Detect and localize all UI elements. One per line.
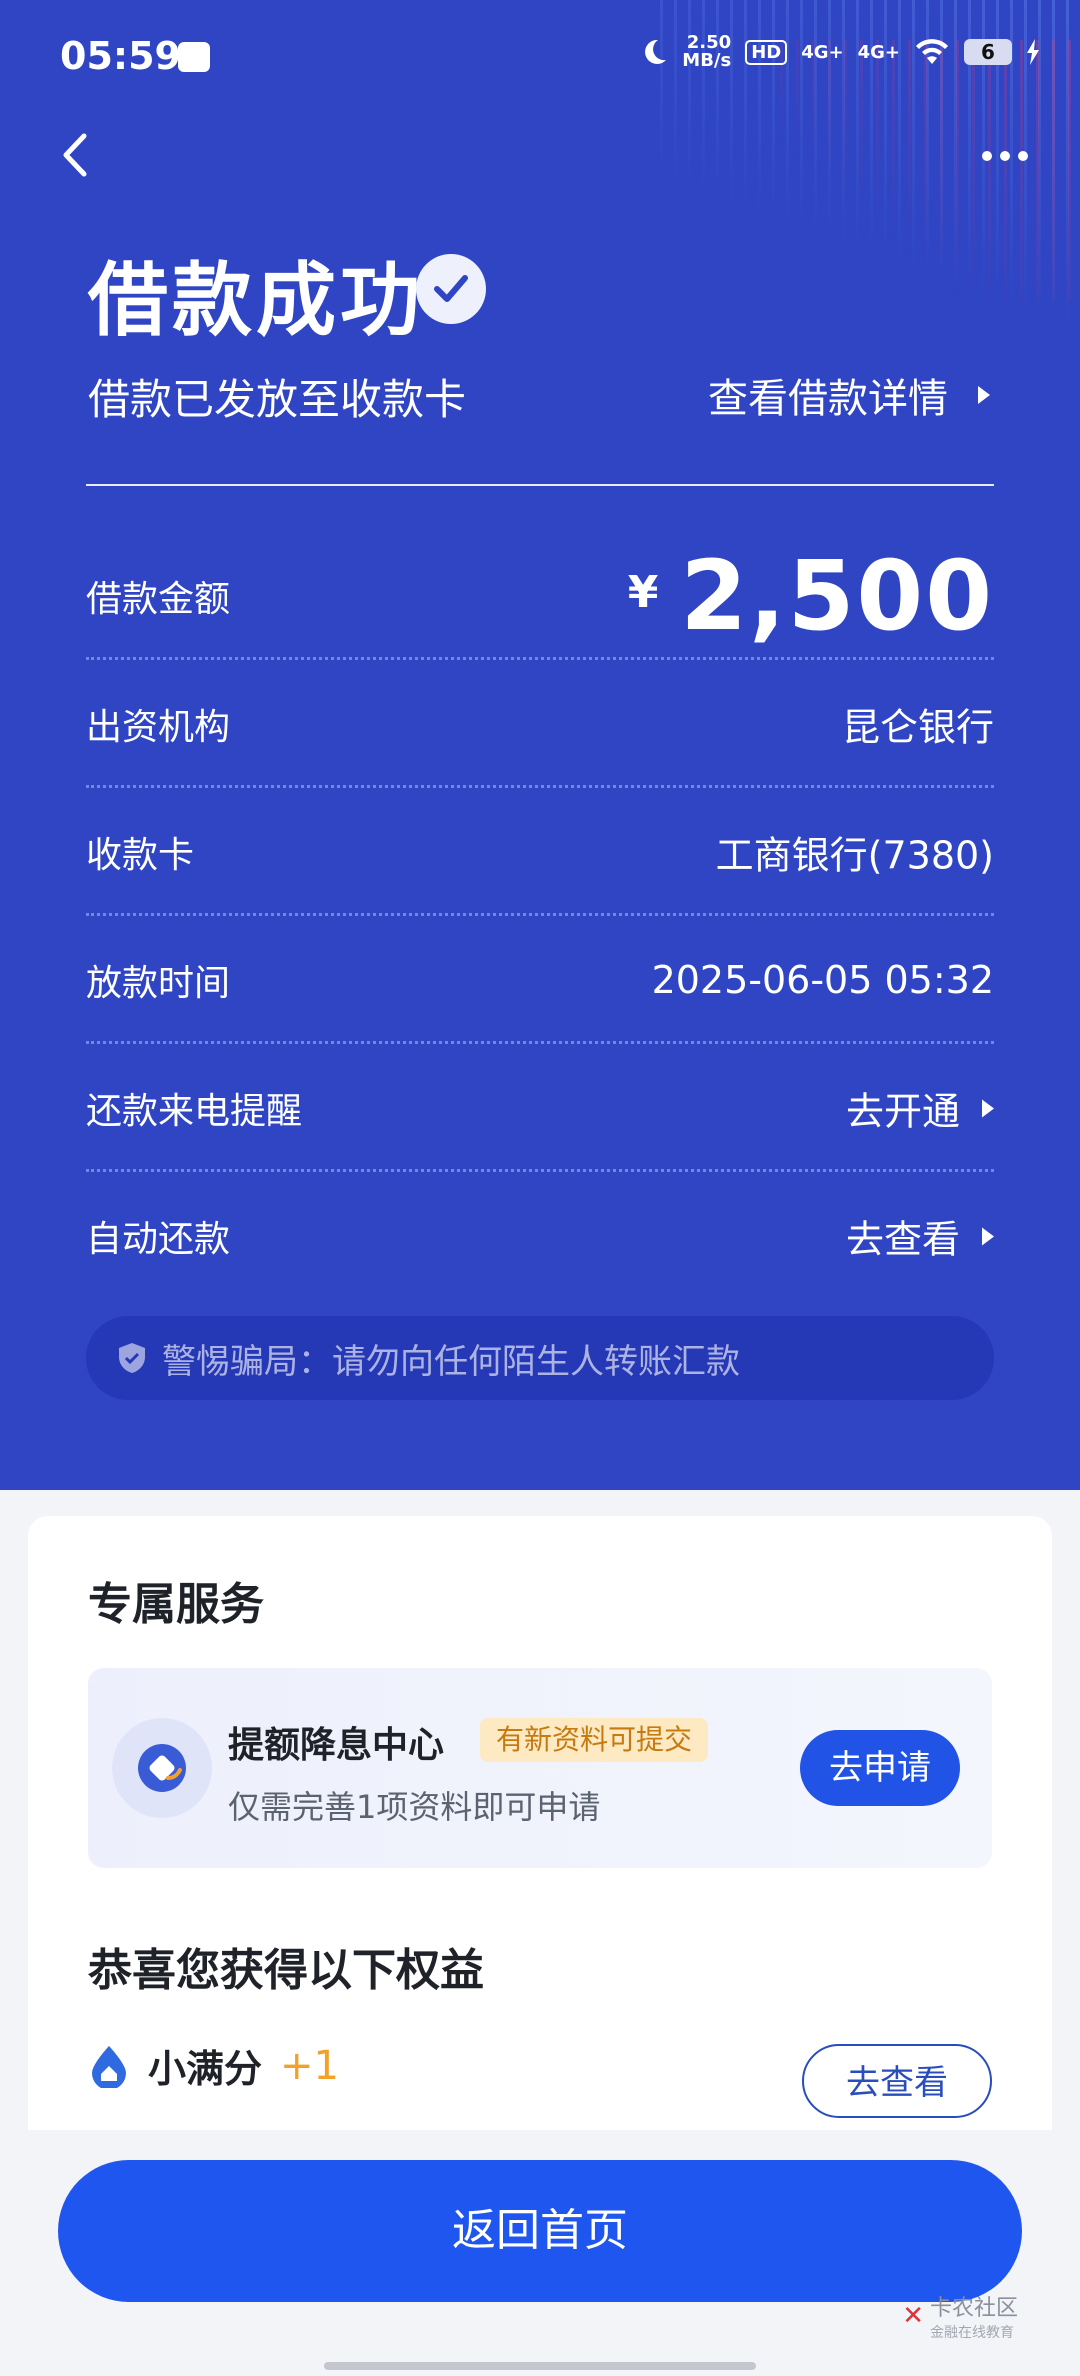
watermark-logo: ✕ 卡农社区 金融在线教育 xyxy=(902,2290,1018,2342)
services-heading: 专属服务 xyxy=(88,1579,264,1630)
benefits-heading: 恭喜您获得以下权益 xyxy=(88,1945,484,1996)
detail-row-disburse-time: 放款时间 2025-06-05 05:32 xyxy=(86,916,994,1044)
activate-reminder-label: 去开通 xyxy=(845,1089,960,1134)
home-indicator[interactable] xyxy=(324,2362,756,2370)
arrow-right-icon xyxy=(982,1227,994,1245)
view-loan-details-link[interactable]: 查看借款详情 xyxy=(708,366,990,424)
more-options-button[interactable] xyxy=(980,140,1030,170)
service-tag-badge: 有新资料可提交 xyxy=(480,1718,709,1762)
view-benefit-button[interactable]: 去查看 xyxy=(802,2044,992,2118)
detail-row-funder: 出资机构 昆仑银行 xyxy=(86,660,994,788)
fraud-warning-banner: 警惕骗局：请勿向任何陌生人转账汇款 xyxy=(86,1316,994,1400)
detail-value: 昆仑银行 xyxy=(841,705,994,750)
benefit-item: 小满分 +1 xyxy=(88,2038,339,2093)
detail-label: 放款时间 xyxy=(86,963,231,1004)
credit-boost-icon xyxy=(112,1718,212,1818)
amount-value: ¥ 2,500 xyxy=(628,548,994,644)
detail-label: 自动还款 xyxy=(86,1219,231,1260)
view-auto-repay-link[interactable]: 去查看 xyxy=(846,1209,994,1264)
signal-icon-sim2: 4G+ xyxy=(857,41,900,63)
divider xyxy=(86,484,994,486)
page-subtitle: 借款已发放至收款卡 xyxy=(88,375,467,424)
back-to-home-button[interactable]: 返回首页 xyxy=(58,2160,1022,2302)
detail-value: 2025-06-05 05:32 xyxy=(651,958,994,1002)
status-icons: 2.50 MB/s HD 4G+ 4G+ 6 xyxy=(638,34,1040,70)
activate-reminder-link[interactable]: 去开通 xyxy=(846,1081,994,1136)
battery-icon: 6 xyxy=(964,39,1012,65)
arrow-right-icon xyxy=(978,386,990,404)
watermark-text: 卡农社区 xyxy=(929,2296,1018,2321)
xiaoman-points-icon xyxy=(92,2045,126,2088)
charging-icon xyxy=(1027,39,1039,65)
wifi-icon xyxy=(916,39,948,64)
detail-row-receiving-card: 收款卡 工商银行(7380) xyxy=(86,788,994,916)
watermark-icon: ✕ xyxy=(902,2301,924,2331)
service-name: 提额降息中心 xyxy=(228,1725,445,1766)
more-dots-icon xyxy=(982,151,1028,161)
success-check-icon xyxy=(416,254,486,324)
services-card: 专属服务 提额降息中心 有新资料可提交 仅需完善1项资料即可申请 去申请 恭喜您… xyxy=(28,1516,1052,2156)
arrow-right-icon xyxy=(982,1099,994,1117)
page-title: 借款成功 xyxy=(88,253,424,347)
view-loan-details-label: 查看借款详情 xyxy=(708,376,948,422)
status-bar: 05:59 2.50 MB/s HD 4G+ 4G+ 6 xyxy=(0,0,1080,116)
amount-number: 2,500 xyxy=(680,540,994,652)
network-speed-unit: MB/s xyxy=(682,50,732,71)
moon-icon xyxy=(645,39,667,64)
detail-label: 出资机构 xyxy=(86,707,231,748)
chevron-left-icon xyxy=(63,133,87,177)
message-notification-icon xyxy=(178,42,210,72)
back-button[interactable] xyxy=(56,128,96,182)
detail-label: 还款来电提醒 xyxy=(86,1091,303,1132)
signal-icon-sim1: 4G+ xyxy=(801,41,844,63)
view-auto-repay-label: 去查看 xyxy=(845,1217,960,1262)
header-panel: 05:59 2.50 MB/s HD 4G+ 4G+ 6 借款成功 借款已发放至… xyxy=(0,0,1080,1490)
status-time: 05:59 xyxy=(60,34,181,78)
watermark-subtext: 金融在线教育 xyxy=(929,2325,1014,2341)
apply-button[interactable]: 去申请 xyxy=(800,1730,960,1806)
detail-row-auto-repay[interactable]: 自动还款 去查看 xyxy=(86,1172,994,1300)
amount-label: 借款金额 xyxy=(86,579,231,620)
bottom-bar: 返回首页 ✕ 卡农社区 金融在线教育 xyxy=(0,2130,1080,2376)
network-speed: 2.50 MB/s xyxy=(682,34,731,70)
service-description: 仅需完善1项资料即可申请 xyxy=(228,1788,601,1826)
currency-symbol: ¥ xyxy=(627,566,659,618)
detail-value: 工商银行(7380) xyxy=(715,833,994,878)
detail-row-call-reminder[interactable]: 还款来电提醒 去开通 xyxy=(86,1044,994,1172)
benefit-plus: +1 xyxy=(280,2042,339,2089)
fraud-warning-text: 警惕骗局：请勿向任何陌生人转账汇款 xyxy=(162,1341,740,1382)
benefit-name: 小满分 xyxy=(148,2047,263,2091)
detail-label: 收款卡 xyxy=(86,835,195,876)
service-item[interactable]: 提额降息中心 有新资料可提交 仅需完善1项资料即可申请 去申请 xyxy=(88,1668,992,1868)
shield-icon xyxy=(119,1343,145,1373)
detail-row-amount: 借款金额 ¥ 2,500 xyxy=(86,532,994,660)
hd-icon: HD xyxy=(745,39,788,65)
